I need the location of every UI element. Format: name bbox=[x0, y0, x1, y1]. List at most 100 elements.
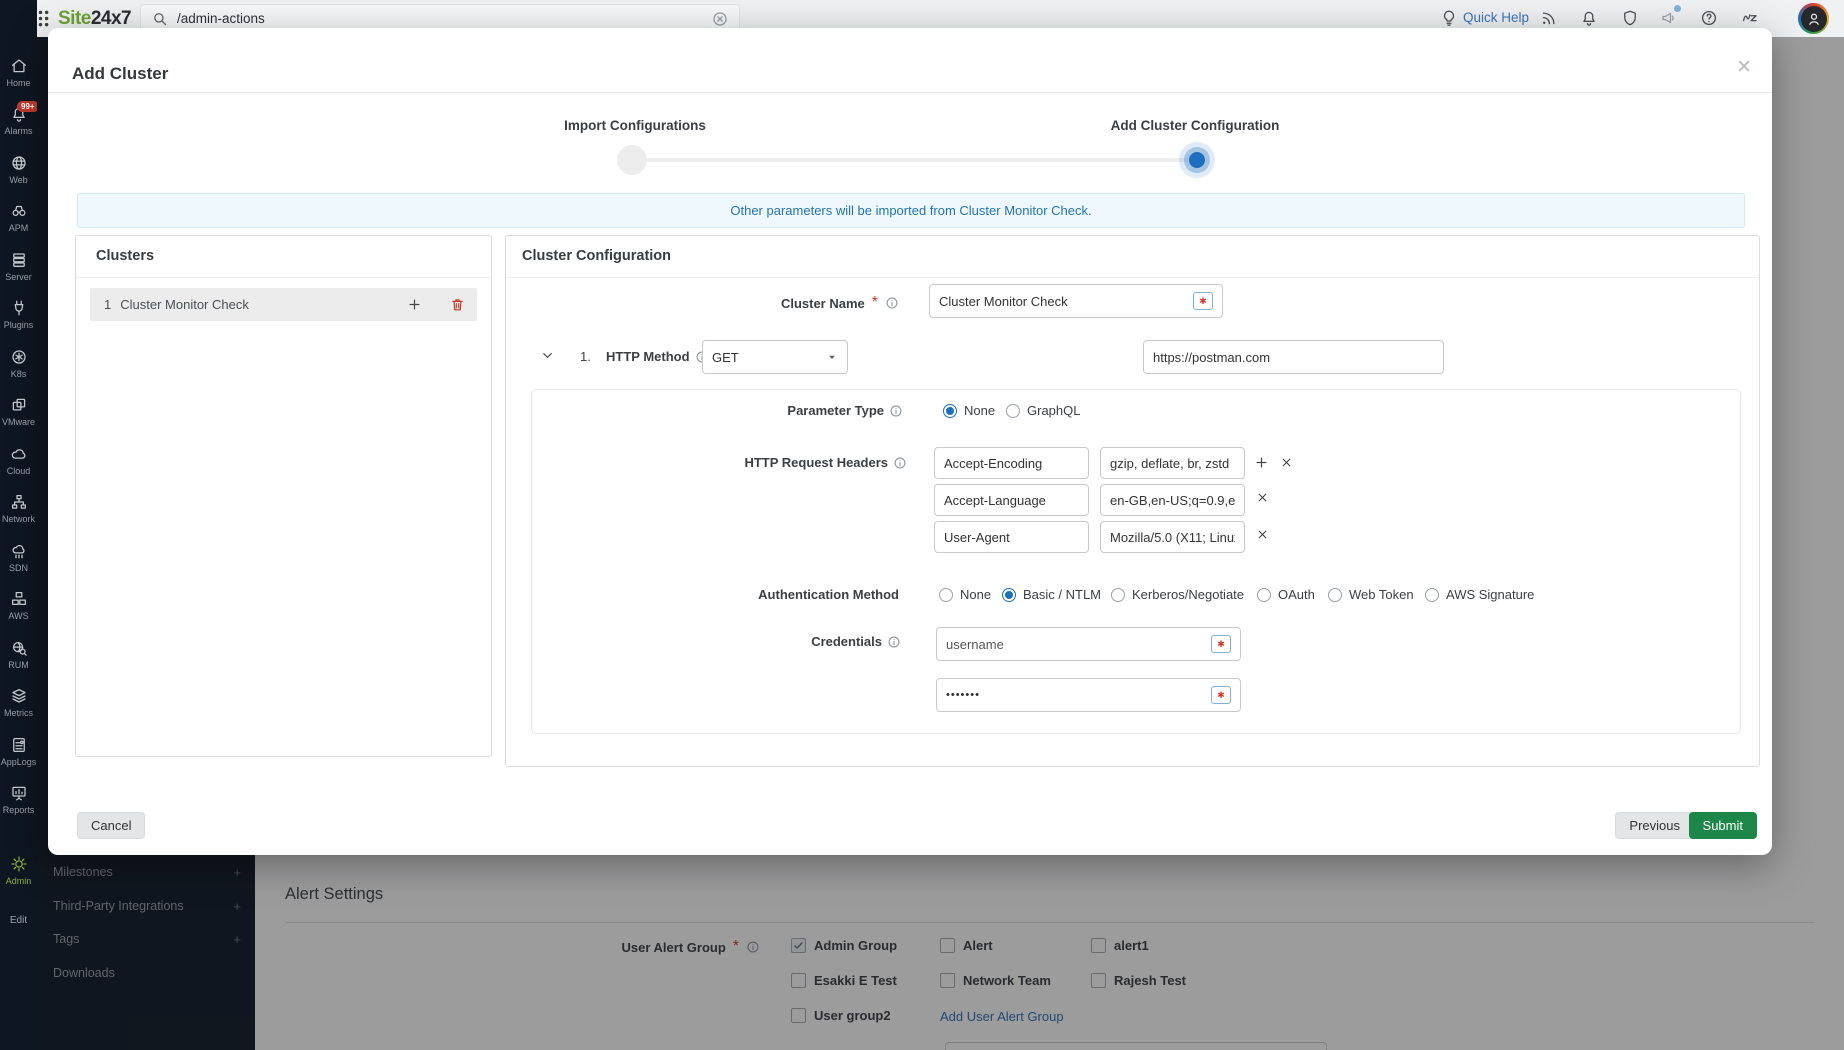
sidebar-item-alarms[interactable]: Alarms99+ bbox=[0, 97, 37, 146]
header-value-input[interactable]: en-GB,en-US;q=0.9,en; bbox=[1100, 484, 1245, 516]
radio[interactable] bbox=[1425, 588, 1439, 602]
radio[interactable] bbox=[1328, 588, 1342, 602]
delete-cluster-icon[interactable] bbox=[450, 297, 465, 312]
quick-help-link[interactable]: Quick Help bbox=[1463, 10, 1529, 25]
search-clear-icon[interactable] bbox=[711, 10, 729, 28]
logo-site: Site bbox=[58, 8, 91, 29]
panel-divider bbox=[506, 277, 1759, 278]
username-input[interactable]: username ✱ bbox=[936, 627, 1241, 661]
header-key-input[interactable]: Accept-Encoding bbox=[934, 447, 1089, 479]
cluster-list-item[interactable]: 1 Cluster Monitor Check bbox=[90, 288, 477, 321]
parameter-type-none[interactable]: None bbox=[943, 403, 995, 418]
cluster-configuration-panel: Cluster Configuration Cluster Name* Clus… bbox=[505, 235, 1760, 767]
info-icon bbox=[887, 635, 901, 649]
sidebar-item-web[interactable]: Web bbox=[0, 145, 37, 194]
radio[interactable] bbox=[1006, 404, 1020, 418]
sidebar-item-aws[interactable]: AWS bbox=[0, 582, 37, 631]
help-circle-icon[interactable] bbox=[1700, 9, 1718, 27]
aws-icon bbox=[10, 590, 28, 608]
radio[interactable] bbox=[1257, 588, 1271, 602]
radio[interactable] bbox=[939, 588, 953, 602]
submit-button[interactable]: Submit bbox=[1689, 812, 1757, 839]
sidebar-item-admin[interactable]: Admin bbox=[0, 850, 37, 890]
remove-header-icon[interactable] bbox=[1256, 491, 1269, 504]
globe-icon bbox=[10, 154, 28, 172]
close-icon[interactable]: ✕ bbox=[1736, 58, 1752, 77]
chevron-down-icon[interactable] bbox=[540, 348, 555, 363]
vmware-icon bbox=[10, 396, 28, 414]
network-icon bbox=[10, 493, 28, 511]
info-banner: Other parameters will be imported from C… bbox=[77, 193, 1745, 228]
info-icon bbox=[893, 456, 907, 470]
sidebar-item-network[interactable]: Network bbox=[0, 485, 37, 534]
alarms-badge: 99+ bbox=[17, 101, 39, 112]
header-key-input[interactable]: Accept-Language bbox=[934, 484, 1089, 516]
user-avatar[interactable] bbox=[1798, 3, 1829, 34]
http-method-select[interactable]: GET bbox=[702, 340, 848, 374]
header-value-input[interactable]: gzip, deflate, br, zstd bbox=[1100, 447, 1245, 479]
variable-icon[interactable]: ✱ bbox=[1211, 635, 1231, 653]
auth-web-token[interactable]: Web Token bbox=[1328, 587, 1414, 602]
site24x7-logo[interactable]: Site24x7 bbox=[58, 8, 131, 30]
notification-dot bbox=[1674, 5, 1681, 12]
caret-down-icon bbox=[826, 351, 838, 363]
http-request-headers-label: HTTP Request Headers bbox=[506, 455, 907, 470]
sidebar-item-k8s[interactable]: K8s bbox=[0, 339, 37, 388]
sidebar-item-reports[interactable]: Reports bbox=[0, 776, 37, 825]
sdn-cloud-icon bbox=[10, 542, 28, 560]
sidebar-item-cloud[interactable]: Cloud bbox=[0, 436, 37, 485]
http-method-label: HTTP Method bbox=[606, 349, 709, 364]
sidebar-item-edit[interactable]: Edit bbox=[0, 910, 37, 928]
previous-button[interactable]: Previous bbox=[1615, 812, 1694, 839]
authentication-method-label: Authentication Method bbox=[506, 587, 899, 602]
sidebar-item-vmware[interactable]: VMware bbox=[0, 388, 37, 437]
sidebar-item-apm[interactable]: APM bbox=[0, 194, 37, 243]
sidebar-item-rum[interactable]: RUM bbox=[0, 630, 37, 679]
add-cluster-icon[interactable] bbox=[407, 297, 422, 312]
variable-icon[interactable]: ✱ bbox=[1193, 292, 1213, 310]
config-panel-title: Cluster Configuration bbox=[522, 248, 671, 264]
auth-kerberos[interactable]: Kerberos/Negotiate bbox=[1111, 587, 1244, 602]
auth-aws-signature[interactable]: AWS Signature bbox=[1425, 587, 1534, 602]
password-input[interactable]: ••••••• ✱ bbox=[936, 678, 1241, 712]
sidebar-item-home[interactable]: Home bbox=[0, 48, 37, 97]
avatar-person-icon bbox=[1805, 10, 1823, 28]
variable-icon[interactable]: ✱ bbox=[1211, 686, 1231, 704]
metrics-layers-icon bbox=[10, 687, 28, 705]
sidebar-item-metrics[interactable]: Metrics bbox=[0, 679, 37, 728]
remove-header-icon[interactable] bbox=[1256, 528, 1269, 541]
header-key-input[interactable]: User-Agent bbox=[934, 521, 1089, 553]
cluster-index: 1 bbox=[104, 297, 111, 312]
rss-icon[interactable] bbox=[1540, 9, 1558, 27]
cloud-icon bbox=[10, 445, 28, 463]
zoho-icon[interactable] bbox=[1741, 9, 1759, 27]
sidebar-item-applogs[interactable]: AppLogs bbox=[0, 727, 37, 776]
sidebar-item-server[interactable]: Server bbox=[0, 242, 37, 291]
clusters-panel-title: Clusters bbox=[96, 248, 154, 264]
logo-24x7: 24x7 bbox=[91, 8, 131, 29]
header-value-input[interactable]: Mozilla/5.0 (X11; Linux x bbox=[1100, 521, 1245, 553]
cluster-name-label: Cluster Name* bbox=[506, 294, 899, 312]
url-input[interactable]: https://postman.com bbox=[1143, 340, 1444, 374]
binoculars-icon bbox=[10, 202, 28, 220]
search-input[interactable]: /admin-actions bbox=[177, 11, 703, 26]
auth-oauth[interactable]: OAuth bbox=[1257, 587, 1315, 602]
radio-selected[interactable] bbox=[1002, 588, 1016, 602]
cluster-name-input[interactable]: Cluster Monitor Check ✱ bbox=[929, 284, 1223, 318]
step-import-configurations: Import Configurations bbox=[535, 118, 735, 133]
radio-selected[interactable] bbox=[943, 404, 957, 418]
auth-basic-ntlm[interactable]: Basic / NTLM bbox=[1002, 587, 1101, 602]
sidebar-item-sdn[interactable]: SDN bbox=[0, 533, 37, 582]
parameter-type-graphql[interactable]: GraphQL bbox=[1006, 403, 1080, 418]
radio[interactable] bbox=[1111, 588, 1125, 602]
reports-icon bbox=[10, 784, 28, 802]
home-icon bbox=[10, 57, 28, 75]
add-header-icon[interactable] bbox=[1254, 455, 1269, 470]
auth-none[interactable]: None bbox=[939, 587, 991, 602]
sidebar-item-plugins[interactable]: Plugins bbox=[0, 291, 37, 340]
cancel-button[interactable]: Cancel bbox=[77, 812, 145, 839]
remove-header-icon[interactable] bbox=[1280, 456, 1293, 469]
bell-icon[interactable] bbox=[1580, 9, 1598, 27]
shield-icon[interactable] bbox=[1621, 9, 1639, 27]
search-icon bbox=[151, 10, 169, 28]
